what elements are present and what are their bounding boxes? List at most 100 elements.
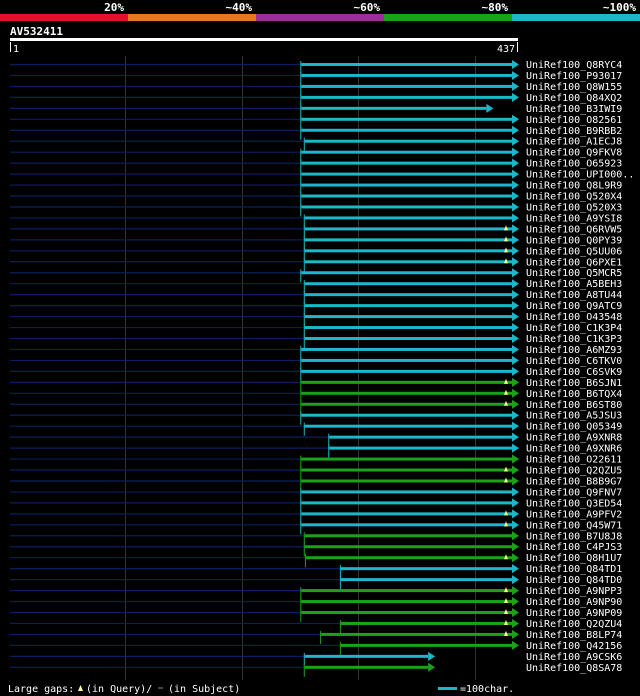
hit-arrow [512, 597, 519, 607]
hit-name[interactable]: UniRef100_Q8H1U7 [526, 553, 622, 564]
hit-bar [301, 183, 512, 187]
hit-arrow [512, 213, 519, 223]
hit-arrow [512, 388, 519, 398]
hit-name[interactable]: UniRef100_A9XNR8 [526, 433, 622, 444]
hit-name[interactable]: UniRef100_A9CSK6 [526, 652, 622, 663]
hit-arrow [512, 520, 519, 530]
hit-row[interactable]: UniRef100_Q8SA78 [10, 662, 622, 677]
hit-name[interactable]: UniRef100_C4PJS3 [526, 542, 622, 553]
hit-name[interactable]: UniRef100_Q9ATC9 [526, 301, 622, 312]
hit-name[interactable]: UniRef100_Q05349 [526, 422, 622, 433]
hit-bar [301, 468, 512, 472]
hit-name[interactable]: UniRef100_B8B9G7 [526, 476, 622, 487]
hit-name[interactable]: UniRef100_Q84TD1 [526, 564, 622, 575]
alignment-chart: 20% ~40% ~60% ~80% ~100% AV532411 1 437 UniR… [0, 1, 640, 695]
hit-arrow [512, 279, 519, 289]
hit-name[interactable]: UniRef100_Q8SA78 [526, 663, 622, 674]
hit-bar [301, 457, 512, 461]
hit-bar [304, 238, 512, 242]
hit-bar [340, 643, 512, 647]
hit-name[interactable]: UniRef100_B9RBB2 [526, 126, 622, 137]
hit-bar [304, 227, 512, 231]
hit-name[interactable]: UniRef100_Q5MCR5 [526, 268, 622, 279]
hit-bar [321, 632, 512, 636]
hit-bar [301, 611, 512, 614]
query-start-label: 1 [13, 44, 19, 55]
hit-name[interactable]: UniRef100_Q6PXE1 [526, 257, 622, 268]
hit-bar [301, 73, 512, 77]
hit-bar [304, 315, 512, 319]
hit-bar [301, 117, 512, 121]
hit-bar [301, 479, 512, 483]
hit-arrow [512, 60, 519, 69]
hit-name[interactable]: UniRef100_A9NP09 [526, 608, 622, 619]
hit-name[interactable]: UniRef100_P93017 [526, 71, 622, 82]
hit-name[interactable]: UniRef100_C6SVK9 [526, 367, 622, 378]
hit-name[interactable]: UniRef100_Q2QZU4 [526, 619, 622, 630]
hit-bar [304, 216, 512, 220]
hit-name[interactable]: UniRef100_B6TQX4 [526, 389, 622, 400]
hit-name[interactable]: UniRef100_Q45W71 [526, 520, 622, 531]
hit-arrow [512, 92, 519, 102]
hit-arrow [512, 355, 519, 365]
hit-name[interactable]: UniRef100_O22611 [526, 455, 622, 466]
hit-bar [301, 402, 512, 406]
hit-bar [304, 337, 512, 340]
hit-name[interactable]: UniRef100_Q84TD0 [526, 575, 622, 586]
hit-name[interactable]: UniRef100_B3IWI9 [526, 104, 622, 115]
hit-name[interactable]: UniRef100_C6TKV0 [526, 356, 622, 367]
hit-bar [301, 161, 512, 165]
hit-name[interactable]: UniRef100_Q9FKV8 [526, 148, 622, 159]
hit-arrow [512, 564, 519, 574]
hit-name[interactable]: UniRef100_A9PFV2 [526, 509, 622, 520]
hit-name[interactable]: UniRef100_Q3ED54 [526, 498, 622, 509]
hit-name[interactable]: UniRef100_B6ST80 [526, 400, 622, 411]
hit-name[interactable]: UniRef100_A9NPP3 [526, 586, 622, 597]
hit-name[interactable]: UniRef100_Q520X3 [526, 202, 622, 213]
hit-arrow [512, 476, 519, 486]
hit-name[interactable]: UniRef100_Q520X4 [526, 192, 622, 203]
hit-name[interactable]: UniRef100_B6SJN1 [526, 378, 622, 389]
hit-name[interactable]: UniRef100_Q2QZU5 [526, 466, 622, 477]
hit-name[interactable]: UniRef100_C1K3P3 [526, 334, 622, 345]
hit-bar [301, 128, 512, 132]
hit-bar [340, 621, 512, 625]
hit-name[interactable]: UniRef100_A9NP90 [526, 597, 622, 608]
hit-name[interactable]: UniRef100_B8LP74 [526, 630, 622, 641]
hit-arrow [512, 465, 519, 475]
hit-name[interactable]: UniRef100_A8TU44 [526, 290, 622, 301]
hit-name[interactable]: UniRef100_C1K3P4 [526, 323, 622, 334]
hit-arrow [428, 662, 436, 672]
hit-name[interactable]: UniRef100_O65923 [526, 159, 622, 170]
hit-name[interactable]: UniRef100_Q5UU06 [526, 246, 622, 257]
hit-bar [304, 304, 512, 308]
hit-name[interactable]: UniRef100_A5JSU3 [526, 411, 622, 422]
hit-name[interactable]: UniRef100_Q9FNV7 [526, 487, 622, 498]
scale-label: =100char. [460, 684, 514, 695]
hit-name[interactable]: UniRef100_A9YSI8 [526, 213, 622, 224]
hit-name[interactable]: UniRef100_A9XNR6 [526, 444, 622, 455]
hit-name[interactable]: UniRef100_Q42156 [526, 641, 622, 652]
hit-name[interactable]: UniRef100_Q8RYC4 [526, 60, 622, 71]
hit-bar [305, 556, 512, 560]
hit-name[interactable]: UniRef100_Q0PY39 [526, 235, 622, 246]
hit-arrow [512, 323, 519, 333]
hit-name[interactable]: UniRef100_O82561 [526, 115, 622, 126]
hit-name[interactable]: UniRef100_Q84XQ2 [526, 93, 622, 104]
hit-name[interactable]: UniRef100_UPI000.. [526, 170, 634, 181]
hit-bar [301, 501, 512, 505]
identity-band-label: ~80% [482, 1, 509, 14]
hit-arrow [512, 191, 519, 201]
hit-name[interactable]: UniRef100_B7U8J8 [526, 531, 622, 542]
hit-name[interactable]: UniRef100_A1ECJ8 [526, 137, 622, 148]
hit-name[interactable]: UniRef100_A6MZ93 [526, 345, 622, 356]
query-title: AV532411 [10, 25, 63, 38]
hit-name[interactable]: UniRef100_Q8L9R9 [526, 181, 622, 192]
hit-name[interactable]: UniRef100_Q6RVW5 [526, 224, 622, 235]
query-gap-triangle-icon [78, 685, 83, 691]
hit-bar [301, 95, 512, 99]
hit-name[interactable]: UniRef100_O43548 [526, 312, 622, 323]
hit-name[interactable]: UniRef100_Q8W155 [526, 82, 622, 93]
hit-bar [329, 435, 512, 439]
hit-name[interactable]: UniRef100_A5BEH3 [526, 279, 622, 290]
